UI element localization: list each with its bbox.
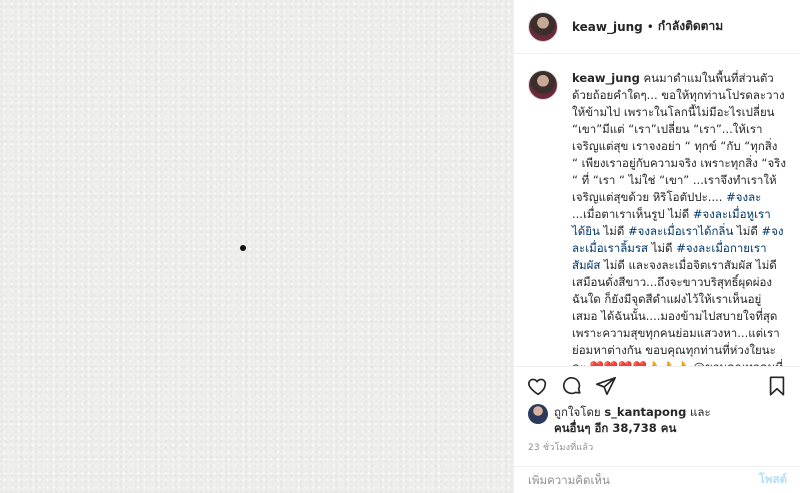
likes-middle: และ <box>686 405 711 419</box>
caption-segment: คนมาดำแมในพื้นที่ส่วนตัว ด้วยถ้อยคำใดๆ..… <box>572 71 786 204</box>
share-icon[interactable] <box>594 374 618 398</box>
liker-username[interactable]: s_kantapong <box>604 405 686 419</box>
comment-bar: โพสต์ <box>514 466 800 493</box>
caption-segment: ไม่ดี <box>648 241 677 255</box>
post-side-panel: keaw_jung • กำลังติดตาม keaw_jung คนมาดำ… <box>513 0 800 493</box>
caption-avatar[interactable] <box>528 70 558 100</box>
hashtag-link[interactable]: #จงละ <box>726 190 761 204</box>
post-timestamp[interactable]: 23 ชั่วโมงที่แล้ว <box>528 440 593 454</box>
caption-segment: ไม่ดี <box>733 224 762 238</box>
black-dot <box>240 245 246 251</box>
comment-icon[interactable] <box>560 374 584 398</box>
liker-avatar[interactable] <box>528 404 548 424</box>
heart-icon[interactable] <box>526 374 550 398</box>
caption-segment: ไม่ดี และจงละเมื่อจิตเราสัมผัส ไม่ดี เสม… <box>572 258 783 366</box>
likes-count-link[interactable]: คนอื่นๆ อีก 38,738 คน <box>554 421 676 435</box>
header-separator: • <box>646 19 654 34</box>
likes-prefix: ถูกใจโดย <box>554 405 605 419</box>
caption-segment: ...เมื่อตาเราเห็นรูป ไม่ดี <box>572 207 693 221</box>
post-comment-button[interactable]: โพสต์ <box>759 471 787 489</box>
bookmark-icon[interactable] <box>765 374 789 398</box>
hashtag-link[interactable]: #จงละเมื่อเราได้กลิ่น <box>628 224 733 238</box>
caption-username[interactable]: keaw_jung <box>572 71 640 85</box>
comment-input[interactable] <box>528 473 759 487</box>
author-username[interactable]: keaw_jung <box>572 20 643 34</box>
post-header: keaw_jung • กำลังติดตาม <box>514 0 800 54</box>
caption-text: keaw_jung คนมาดำแมในพื้นที่ส่วนตัว ด้วยถ… <box>572 70 786 366</box>
follow-status-button[interactable]: กำลังติดตาม <box>658 17 723 36</box>
caption-area[interactable]: keaw_jung คนมาดำแมในพื้นที่ส่วนตัว ด้วยถ… <box>514 54 800 366</box>
post-photo[interactable] <box>0 0 513 493</box>
author-avatar[interactable] <box>528 11 558 42</box>
action-bar <box>514 366 800 404</box>
likes-summary: ถูกใจโดย s_kantapong และ คนอื่นๆ อีก 38,… <box>528 404 793 436</box>
caption-segment: ไม่ดี <box>599 224 629 238</box>
